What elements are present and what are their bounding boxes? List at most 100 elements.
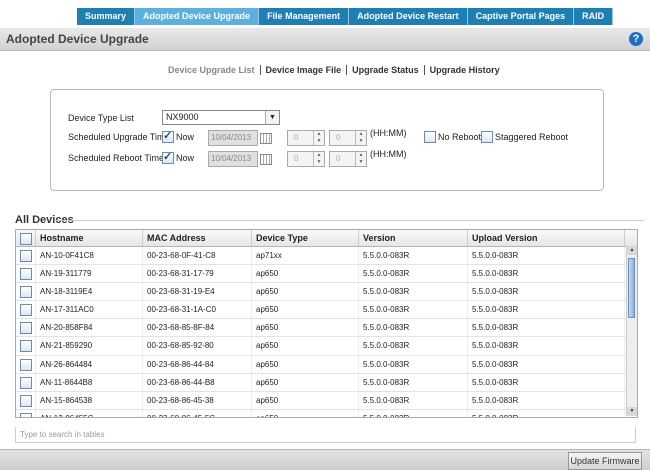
subnav-upgrade-history[interactable]: Upgrade History [425, 65, 505, 75]
devices-table: Hostname MAC Address Device Type Version… [15, 229, 638, 418]
reboot-hours-value: 0 [294, 154, 299, 163]
mac-address-cell: 00-23-68-31-17-79 [143, 265, 252, 283]
upload-version-cell: 5.5.0.0-083R [468, 247, 625, 265]
subnav-upgrade-status[interactable]: Upgrade Status [347, 65, 425, 75]
scheduled-reboot-label: Scheduled Reboot Time [68, 153, 165, 163]
column-header-upload-version[interactable]: Upload Version [468, 230, 625, 246]
calendar-icon[interactable] [260, 133, 272, 144]
upgrade-minutes-stepper[interactable]: 0 ▲ ▼ [329, 130, 367, 146]
tab-adopted-device-upgrade[interactable]: Adopted Device Upgrade [135, 8, 260, 25]
mac-address-cell: 00-23-68-0F-41-C8 [143, 247, 252, 265]
row-checkbox[interactable] [20, 268, 32, 281]
table-row[interactable]: AN-12-86455C00-23-68-86-45-5Cap6505.5.0.… [16, 409, 637, 417]
upgrade-date-field[interactable]: 10/04/2013 [208, 130, 258, 146]
hostname-cell: AN-20-858F84 [36, 319, 143, 337]
row-checkbox[interactable] [20, 304, 32, 317]
select-all-checkbox[interactable] [20, 233, 32, 245]
row-select-cell [16, 337, 36, 355]
row-checkbox[interactable] [20, 394, 32, 407]
row-checkbox[interactable] [20, 412, 32, 417]
row-checkbox[interactable] [20, 358, 32, 371]
device-type-cell: ap650 [252, 355, 359, 373]
table-row[interactable]: AN-26-864484 00-23-68-86-44-84 ap650 5.5.0.… [16, 355, 637, 374]
table-row[interactable]: AN-18-3119E4 00-23-68-31-19-E4 ap650 5.5.0.… [16, 283, 637, 302]
stepper-arrows-icon[interactable]: ▲ ▼ [313, 131, 324, 145]
reboot-now-label: Now [176, 153, 195, 163]
hostname-cell: AN-21-859290 [36, 337, 143, 355]
upload-version-cell: 5.5.0.0-083R [468, 373, 625, 391]
table-search-input[interactable]: Type to search in tables [15, 427, 636, 443]
row-select-cell [16, 301, 36, 319]
column-header-mac[interactable]: MAC Address [143, 230, 252, 246]
column-header-version[interactable]: Version [359, 230, 468, 246]
column-header-hostname[interactable]: Hostname [36, 230, 143, 246]
stepper-arrows-icon[interactable]: ▲ ▼ [355, 152, 366, 166]
version-cell: 5.5.0.0-083R [359, 319, 468, 337]
reboot-now-checkbox[interactable] [162, 150, 174, 164]
table-row[interactable]: AN-15-864538 00-23-68-86-45-38 ap650 5.5.0.… [16, 391, 637, 410]
device-type-select[interactable]: NX9000 ▼ [162, 110, 280, 125]
row-checkbox[interactable] [20, 286, 32, 299]
table-row[interactable]: AN-10-0F41C8 00-23-68-0F-41-C8 ap71xx 5.5.0… [16, 247, 637, 266]
calendar-icon[interactable] [260, 154, 272, 165]
tab-summary[interactable]: Summary [77, 8, 136, 25]
upload-version-cell: 5.5.0.0-083R [468, 355, 625, 373]
tab-raid[interactable]: RAID [574, 8, 614, 25]
chevron-down-icon[interactable]: ▼ [265, 111, 279, 124]
upgrade-minutes-value: 0 [336, 133, 341, 142]
hostname-cell: AN-10-0F41C8 [36, 247, 143, 265]
mac-address-cell: 00-23-68-31-1A-C0 [143, 301, 252, 319]
table-row[interactable]: AN-20-858F84 00-23-68-85-8F-84 ap650 5.5.0.… [16, 319, 637, 338]
subnav-device-image-file[interactable]: Device Image File [261, 65, 348, 75]
reboot-date-field[interactable]: 10/04/2013 [208, 151, 258, 167]
top-tabs: Summary Adopted Device Upgrade File Mana… [77, 8, 614, 25]
table-row[interactable]: AN-17-311AC0 00-23-68-31-1A-C0 ap650 5.5.0.… [16, 301, 637, 320]
version-cell: 5.5.0.0-083R [359, 373, 468, 391]
hostname-cell: AN-15-864538 [36, 391, 143, 409]
mac-address-cell: 00-23-68-31-19-E4 [143, 283, 252, 301]
table-scrollbar[interactable]: ▲ ▼ [626, 246, 637, 416]
column-header-device-type[interactable]: Device Type [252, 230, 359, 246]
mac-address-cell: 00-23-68-85-8F-84 [143, 319, 252, 337]
row-select-cell [16, 283, 36, 301]
stepper-arrows-icon[interactable]: ▲ ▼ [313, 152, 324, 166]
device-type-value: NX9000 [166, 112, 199, 122]
staggered-reboot-checkbox[interactable] [481, 131, 493, 143]
help-icon[interactable]: ? [629, 32, 643, 46]
tab-adopted-device-restart[interactable]: Adopted Device Restart [349, 8, 468, 25]
row-checkbox[interactable] [20, 340, 32, 353]
no-reboot-label: No Reboot [438, 132, 482, 142]
subnav-device-upgrade-list[interactable]: Device Upgrade List [163, 65, 261, 75]
mac-address-cell: 00-23-68-86-44-84 [143, 355, 252, 373]
upload-version-cell: 5.5.0.0-083R [468, 319, 625, 337]
upgrade-hhmm-label: (HH:MM) [370, 128, 407, 138]
version-cell: 5.5.0.0-083R [359, 247, 468, 265]
reboot-minutes-stepper[interactable]: 0 ▲ ▼ [329, 151, 367, 167]
device-type-label: Device Type List [68, 113, 134, 123]
scroll-thumb[interactable] [628, 258, 635, 318]
device-type-cell: ap650 [252, 409, 359, 417]
version-cell: 5.5.0.0-083R [359, 355, 468, 373]
table-row[interactable]: AN-11-8644B8 00-23-68-86-44-B8 ap650 5.5.0.… [16, 373, 637, 392]
update-firmware-button[interactable]: Update Firmware [568, 452, 642, 470]
upgrade-hours-stepper[interactable]: 0 ▲ ▼ [287, 130, 325, 146]
upgrade-now-checkbox[interactable] [162, 129, 174, 143]
reboot-minutes-value: 0 [336, 154, 341, 163]
stepper-arrows-icon[interactable]: ▲ ▼ [355, 131, 366, 145]
row-checkbox[interactable] [20, 322, 32, 335]
tab-file-management[interactable]: File Management [259, 8, 350, 25]
version-cell: 5.5.0.0-083R [359, 283, 468, 301]
mac-address-cell: 00-23-68-86-45-38 [143, 391, 252, 409]
device-type-cell: ap650 [252, 337, 359, 355]
no-reboot-checkbox[interactable] [424, 131, 436, 143]
scroll-up-icon[interactable]: ▲ [627, 246, 637, 255]
table-row[interactable]: AN-21-859290 00-23-68-85-92-80 ap650 5.5.0.… [16, 337, 637, 356]
table-row[interactable]: AN-19-311779 00-23-68-31-17-79 ap650 5.5.0.… [16, 265, 637, 284]
reboot-hours-stepper[interactable]: 0 ▲ ▼ [287, 151, 325, 167]
row-checkbox[interactable] [20, 250, 32, 262]
row-checkbox[interactable] [20, 376, 32, 389]
tab-captive-portal-pages[interactable]: Captive Portal Pages [467, 8, 575, 25]
scroll-down-icon[interactable]: ▼ [627, 407, 637, 416]
upload-version-cell: 5.5.0.0-083R [468, 409, 625, 417]
row-select-cell [16, 247, 36, 265]
